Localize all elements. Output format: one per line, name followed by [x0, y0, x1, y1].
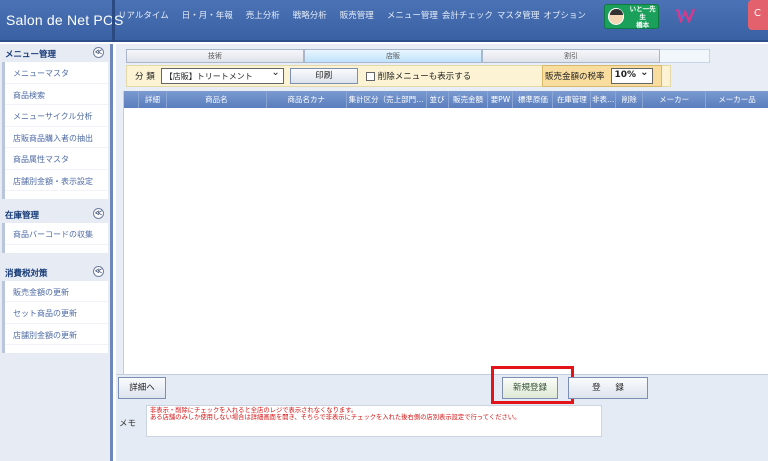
col-standard-cost[interactable]: 標準原価	[513, 91, 554, 108]
collapse-icon[interactable]: ≪	[93, 47, 104, 58]
sidebar-item-menu-cycle-analysis[interactable]: メニューサイクル分析	[5, 105, 108, 127]
sidebar-item-menu-master[interactable]: メニューマスタ	[5, 62, 108, 84]
tax-rate-box: 販売金額の税率 10%	[542, 65, 662, 87]
col-aggregation-category[interactable]: 集計区分（売上部門…	[347, 91, 427, 108]
menu-item-master-management[interactable]: マスタ管理	[497, 9, 540, 21]
col-maker-product[interactable]: メーカー品	[706, 91, 768, 108]
show-deleted-checkbox[interactable]	[365, 71, 375, 81]
memo-text: 非表示・削除にチェックを入れると全店のレジで表示されなくなります。 ある店舗のみ…	[146, 405, 602, 437]
tab-discount[interactable]: 割引	[482, 49, 660, 63]
tab-filler	[660, 49, 710, 63]
menu-item-strategy-analysis[interactable]: 戦略分析	[293, 9, 327, 21]
sidebar-item-store-price-display[interactable]: 店舗別金額・表示設定	[5, 170, 108, 191]
col-product-name[interactable]: 商品名	[167, 91, 267, 108]
user-name: いと一先生 橋本	[627, 5, 658, 29]
sidebar-section-body: 販売金額の更新 セット商品の更新 店舗別金額の更新	[2, 280, 108, 353]
col-delete[interactable]: 削除	[616, 91, 644, 108]
category-tabs: 技術 店販 割引	[126, 49, 710, 63]
sidebar-item-product-attribute-master[interactable]: 商品属性マスタ	[5, 148, 108, 170]
product-table: 詳細 商品名 商品名カナ 集計区分（売上部門… 並び 販売金額 要PW 標準原価…	[123, 91, 768, 374]
ww-logo-icon[interactable]	[676, 7, 696, 23]
tax-rate-select[interactable]: 10%	[610, 67, 653, 84]
tab-retail[interactable]: 店販	[304, 49, 482, 63]
col-maker[interactable]: メーカー	[643, 91, 707, 108]
sidebar-item-update-set-products[interactable]: セット商品の更新	[5, 302, 108, 324]
top-bar: Salon de Net POS リアルタイム 日・月・年報 売上分析 戦略分析…	[0, 0, 768, 42]
category-label: 分 類	[135, 72, 155, 82]
table-header: 詳細 商品名 商品名カナ 集計区分（売上部門… 並び 販売金額 要PW 標準原価…	[124, 91, 768, 108]
show-deleted-label: 削除メニューも表示する	[377, 72, 472, 82]
sidebar-section-menu-management[interactable]: メニュー管理 ≪	[0, 44, 110, 62]
corner-button[interactable]: C	[748, 0, 768, 30]
memo-label: メモ	[119, 419, 137, 429]
user-name-line2: 橋本	[636, 20, 650, 29]
sidebar-item-update-sales-price[interactable]: 販売金額の更新	[5, 281, 108, 302]
detail-button[interactable]: 詳細へ	[118, 377, 166, 399]
col-product-kana[interactable]: 商品名カナ	[267, 91, 347, 108]
new-registration-button[interactable]: 新規登録	[502, 377, 558, 399]
user-badge[interactable]: いと一先生 橋本	[604, 4, 659, 29]
menu-item-sales-management[interactable]: 販売管理	[340, 9, 374, 21]
menu-item-reports[interactable]: 日・月・年報	[182, 9, 233, 21]
tab-technical[interactable]: 技術	[126, 49, 304, 63]
sidebar-section-body: 商品バーコードの収集	[2, 223, 108, 253]
sidebar-section-title: 消費税対策	[5, 268, 48, 279]
col-require-password[interactable]: 要PW	[488, 91, 514, 108]
menu-item-menu-management[interactable]: メニュー管理	[387, 9, 438, 21]
tax-rate-value: 10%	[614, 70, 637, 80]
sidebar-item-update-store-prices[interactable]: 店舗別金額の更新	[5, 324, 108, 345]
category-select-value: 【店販】トリートメント	[164, 72, 253, 81]
menu-item-options[interactable]: オプション	[543, 9, 586, 21]
sidebar-item-barcode-collect[interactable]: 商品バーコードの収集	[5, 223, 108, 245]
sidebar-item-retail-buyers-extract[interactable]: 店販商品購入者の抽出	[5, 127, 108, 148]
user-avatar	[608, 8, 625, 25]
sidebar-section-body: メニューマスタ 商品検索 メニューサイクル分析 店販商品購入者の抽出 商品属性マ…	[2, 62, 108, 199]
sidebar-section-tax-measures[interactable]: 消費税対策 ≪	[0, 263, 110, 281]
tax-rate-label: 販売金額の税率	[545, 72, 605, 82]
sidebar-item-product-search[interactable]: 商品検索	[5, 84, 108, 105]
collapse-icon[interactable]: ≪	[93, 265, 104, 277]
col-detail[interactable]: 詳細	[139, 91, 167, 108]
collapse-icon[interactable]: ≪	[93, 208, 104, 219]
col-sales-price[interactable]: 販売金額	[449, 91, 489, 108]
category-select[interactable]: 【店販】トリートメント	[160, 67, 284, 84]
main-menu: リアルタイム 日・月・年報 売上分析 戦略分析 販売管理 メニュー管理 会計チェ…	[118, 0, 599, 30]
user-name-line1: いと一先生	[629, 4, 656, 21]
sidebar-section-inventory[interactable]: 在庫管理 ≪	[0, 205, 110, 223]
action-area: 詳細へ 新規登録 登 録 メモ 非表示・削除にチェックを入れると全店のレジで表示…	[116, 366, 768, 461]
col-select	[124, 91, 139, 108]
menu-item-accounting-check[interactable]: 会計チェック	[442, 9, 493, 21]
print-button[interactable]: 印刷	[289, 68, 358, 84]
sidebar: メニュー管理 ≪ メニューマスタ 商品検索 メニューサイクル分析 店販商品購入者…	[0, 44, 113, 461]
sidebar-section-title: 在庫管理	[5, 211, 40, 221]
register-button[interactable]: 登 録	[568, 377, 648, 399]
menu-item-sales-analysis[interactable]: 売上分析	[246, 9, 280, 21]
col-hidden[interactable]: 非表…	[591, 91, 617, 108]
memo-area: メモ 非表示・削除にチェックを入れると全店のレジで表示されなくなります。 ある店…	[116, 405, 602, 437]
col-inventory-management[interactable]: 在庫管理	[553, 91, 592, 108]
col-sort-order[interactable]: 並び	[427, 91, 449, 108]
app-logo[interactable]: Salon de Net POS	[6, 12, 124, 28]
menu-item-realtime[interactable]: リアルタイム	[118, 9, 169, 21]
sidebar-section-title: メニュー管理	[5, 50, 57, 60]
main-panel: 技術 店販 割引 分 類 【店販】トリートメント 印刷 削除メニューも表示する …	[116, 44, 768, 461]
logo-separator	[112, 0, 115, 42]
